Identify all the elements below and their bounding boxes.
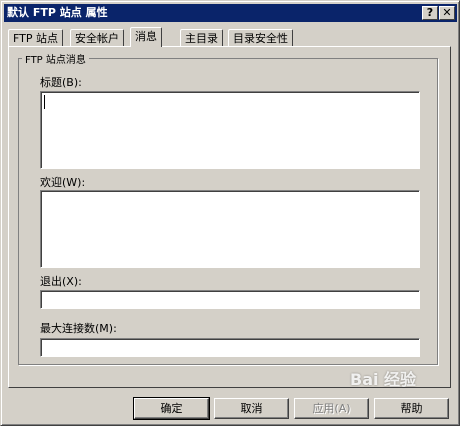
max-connections-label: 最大连接数(M): <box>40 322 117 335</box>
title-bar[interactable]: 默认 FTP 站点 属性 ? ✕ <box>4 4 457 22</box>
welcome-textarea[interactable] <box>40 190 420 268</box>
banner-textarea[interactable] <box>40 91 420 169</box>
groupbox-label: FTP 站点消息 <box>22 51 89 66</box>
welcome-label: 欢迎(W): <box>40 176 86 189</box>
tab-messages[interactable]: 消息 <box>130 27 162 47</box>
tab-security-accounts[interactable]: 安全帐户 <box>70 29 124 46</box>
ok-button[interactable]: 确定 <box>133 397 210 420</box>
apply-button[interactable]: 应用(A) <box>294 398 369 419</box>
text-caret <box>44 95 45 109</box>
help-title-button[interactable]: ? <box>422 6 438 20</box>
exit-label: 退出(X): <box>40 275 82 288</box>
window-title: 默认 FTP 站点 属性 <box>7 6 108 19</box>
tab-directory-security[interactable]: 目录安全性 <box>228 29 293 46</box>
exit-input[interactable] <box>40 290 420 309</box>
watermark-logo: Bai 经验 <box>350 370 417 389</box>
help-button[interactable]: 帮助 <box>374 398 449 419</box>
banner-label: 标题(B): <box>40 76 82 89</box>
close-button[interactable]: ✕ <box>439 6 455 20</box>
tab-ftp-site[interactable]: FTP 站点 <box>8 29 63 46</box>
cancel-button[interactable]: 取消 <box>214 398 289 419</box>
max-connections-input[interactable] <box>40 338 420 357</box>
tab-home-directory[interactable]: 主目录 <box>180 29 223 46</box>
